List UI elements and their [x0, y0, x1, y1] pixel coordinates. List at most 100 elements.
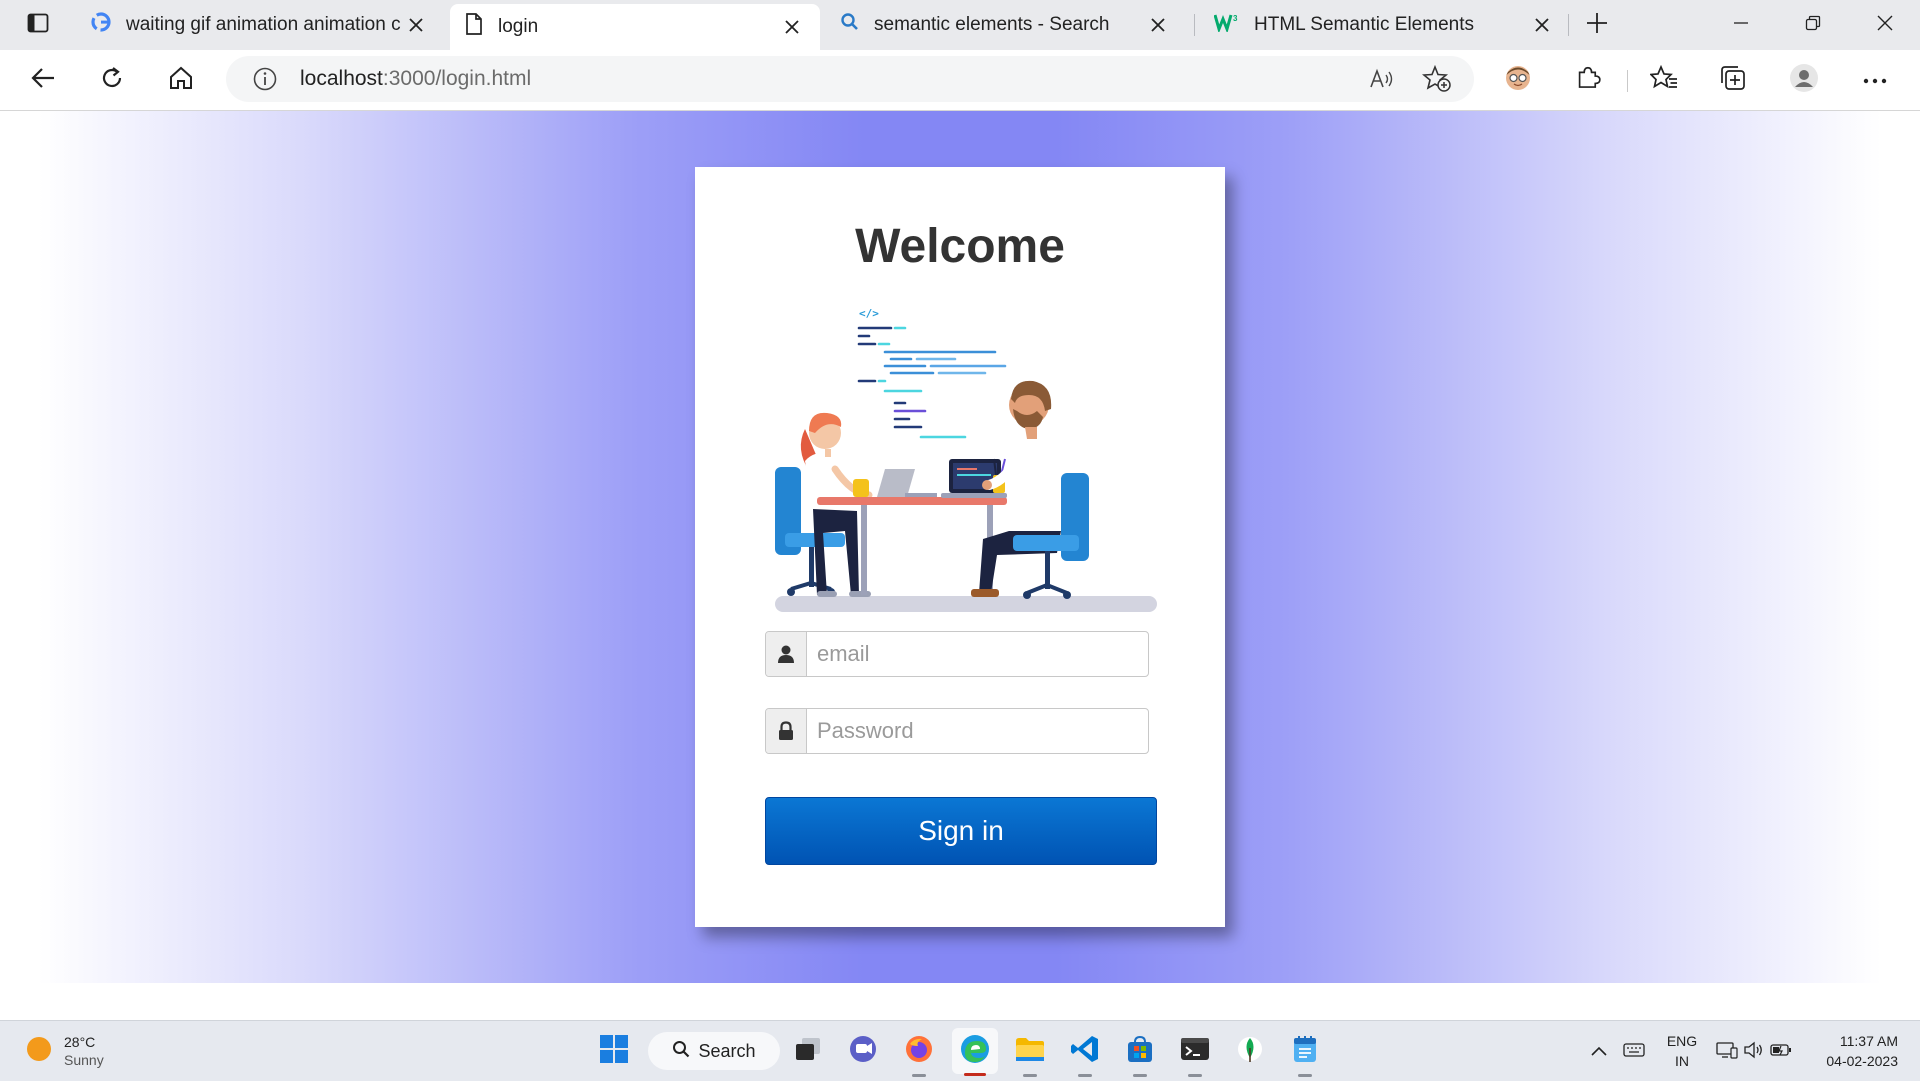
sign-in-button[interactable]: Sign in	[765, 797, 1157, 865]
show-hidden-icons-button[interactable]	[1588, 1035, 1610, 1067]
minimize-icon	[1733, 15, 1749, 36]
close-tab-icon[interactable]	[1144, 11, 1172, 39]
extensions-button[interactable]	[1568, 60, 1608, 100]
clock-time: 11:37 AM	[1839, 1033, 1898, 1049]
running-indicator	[912, 1074, 926, 1077]
keyboard-icon	[1623, 1042, 1645, 1061]
back-button[interactable]	[23, 60, 63, 100]
browser-toolbar: localhost:3000/login.html	[0, 50, 1920, 111]
collections-icon	[1719, 64, 1747, 97]
language-indicator[interactable]: ENG IN	[1662, 1031, 1702, 1071]
leaf-icon	[1237, 1034, 1263, 1069]
touch-keyboard-button[interactable]	[1620, 1035, 1648, 1067]
file-explorer-button[interactable]	[1010, 1031, 1050, 1077]
firefox-button[interactable]	[899, 1031, 939, 1077]
site-info-icon[interactable]	[250, 66, 280, 92]
coding-illustration: </>	[775, 307, 1157, 612]
close-window-button[interactable]	[1850, 0, 1920, 50]
running-indicator	[964, 1073, 986, 1076]
battery-icon	[1770, 1043, 1792, 1060]
tab-label: waiting gif animation animation c	[126, 14, 401, 35]
add-favorite-icon[interactable]	[1422, 64, 1452, 94]
terminal-icon	[1180, 1036, 1210, 1067]
chat-icon	[848, 1034, 878, 1069]
network-icon	[1716, 1040, 1738, 1063]
plus-icon	[1586, 12, 1608, 39]
refresh-button[interactable]	[92, 60, 132, 100]
page-background: Welcome </> email Sign in	[0, 111, 1920, 983]
close-tab-icon[interactable]	[402, 11, 430, 39]
language-line2: IN	[1675, 1053, 1689, 1069]
folder-icon	[1014, 1035, 1046, 1068]
taskbar-search[interactable]: Search	[648, 1032, 780, 1070]
language-line1: ENG	[1666, 1033, 1698, 1049]
taskbar-search-label: Search	[698, 1040, 756, 1061]
browser-tab-strip: waiting gif animation animation c login …	[0, 0, 1920, 50]
terminal-button[interactable]	[1175, 1031, 1215, 1077]
restore-button[interactable]	[1778, 0, 1848, 50]
running-indicator	[1023, 1074, 1037, 1077]
task-view-icon	[794, 1036, 822, 1067]
tab-bing-search[interactable]: semantic elements - Search	[826, 5, 1186, 45]
start-button[interactable]	[594, 1031, 634, 1071]
email-input[interactable]	[807, 632, 1148, 676]
profile-button[interactable]	[1784, 60, 1824, 100]
system-clock[interactable]: 11:37 AM 04-02-2023	[1816, 1031, 1898, 1071]
weather-widget[interactable]: 28°C Sunny	[26, 1033, 104, 1069]
tab-actions-button[interactable]	[10, 0, 66, 50]
login-card: Welcome </> email Sign in	[695, 167, 1225, 927]
close-icon	[1877, 15, 1893, 36]
teams-chat-button[interactable]	[843, 1031, 883, 1071]
tab-separator	[1194, 14, 1195, 36]
tab-w3schools[interactable]: 3 HTML Semantic Elements	[1200, 5, 1570, 45]
tab-login[interactable]: login	[450, 4, 820, 50]
tab-google[interactable]: waiting gif animation animation c	[76, 5, 444, 45]
windows-taskbar: 28°C Sunny Search ENG IN 11:37 AM 04-02-…	[0, 1020, 1920, 1081]
collections-button[interactable]	[1713, 60, 1753, 100]
task-view-button[interactable]	[788, 1031, 828, 1071]
favorites-icon	[1649, 64, 1678, 96]
read-aloud-icon[interactable]	[1368, 64, 1398, 94]
lock-icon	[766, 709, 807, 753]
running-indicator	[1078, 1074, 1092, 1077]
password-field[interactable]	[765, 708, 1149, 754]
store-icon	[1125, 1034, 1155, 1069]
w3schools-icon: 3	[1213, 12, 1240, 38]
puzzle-icon	[1575, 65, 1601, 96]
email-field[interactable]	[765, 631, 1149, 677]
password-input[interactable]	[807, 709, 1148, 753]
close-tab-icon[interactable]	[1528, 11, 1556, 39]
running-indicator	[1298, 1074, 1312, 1077]
minimize-button[interactable]	[1706, 0, 1776, 50]
url-host: localhost	[300, 67, 383, 90]
refresh-icon	[99, 65, 125, 96]
toolbar-separator	[1627, 70, 1628, 92]
home-button[interactable]	[161, 60, 201, 100]
search-icon	[672, 1040, 690, 1063]
close-tab-icon[interactable]	[778, 13, 806, 41]
weather-temp: 28°C	[64, 1034, 96, 1050]
address-bar[interactable]: localhost:3000/login.html	[226, 56, 1474, 102]
notepad-button[interactable]	[1285, 1031, 1325, 1077]
vscode-button[interactable]	[1065, 1031, 1105, 1077]
tab-separator	[1568, 14, 1569, 36]
chevron-up-icon	[1591, 1043, 1607, 1059]
new-tab-button[interactable]	[1580, 8, 1614, 42]
edge-button[interactable]	[952, 1028, 998, 1076]
system-tray-status[interactable]	[1716, 1035, 1792, 1067]
tab-label: semantic elements - Search	[874, 14, 1110, 35]
more-dots-icon	[1863, 71, 1887, 89]
sun-icon	[26, 1036, 52, 1067]
mongodb-compass-button[interactable]	[1230, 1031, 1270, 1071]
tab-actions-icon	[26, 11, 50, 40]
extension-avatar-button[interactable]	[1498, 60, 1538, 100]
favorites-button[interactable]	[1644, 60, 1684, 100]
restore-icon	[1805, 15, 1821, 36]
home-icon	[168, 65, 194, 96]
microsoft-store-button[interactable]	[1120, 1031, 1160, 1077]
url-path: :3000/login.html	[382, 67, 532, 90]
firefox-icon	[904, 1034, 934, 1069]
tab-label: login	[498, 16, 539, 37]
settings-more-button[interactable]	[1855, 60, 1895, 100]
profile-icon	[1789, 63, 1819, 98]
